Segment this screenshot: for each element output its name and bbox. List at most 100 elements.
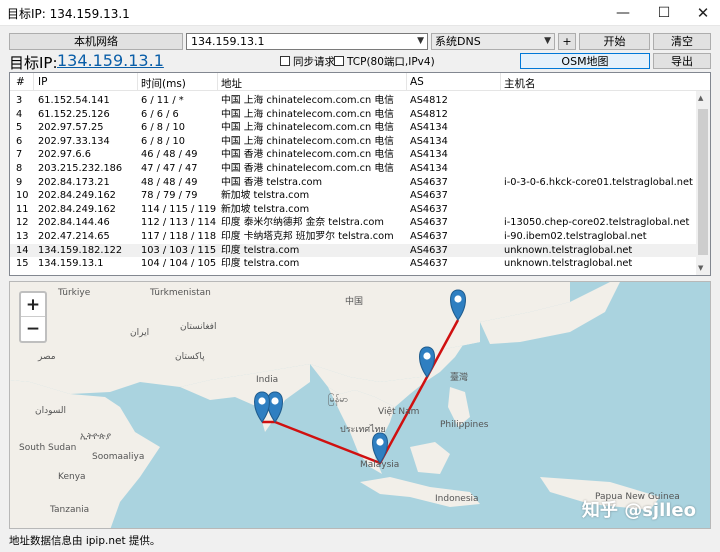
cell-ip: 202.97.33.134 — [38, 135, 110, 147]
column-header-address[interactable]: 地址 — [221, 76, 242, 91]
minimize-button[interactable]: — — [606, 0, 640, 26]
cell-ip: 202.84.249.162 — [38, 203, 116, 215]
cell-index: 8 — [16, 163, 23, 174]
table-row[interactable]: 10 202.84.249.162 78 / 79 / 79 新加坡 telstra.… — [10, 189, 696, 203]
clear-button[interactable]: 清空 — [653, 33, 711, 50]
target-ip-input[interactable]: 134.159.13.1 ▼ — [186, 33, 428, 50]
cell-time: 117 / 118 / 118 — [141, 231, 217, 242]
cell-time: 103 / 103 / 115 — [141, 244, 217, 256]
cell-hostname: i-0-3-0-6.hkck-core01.telstraglobal.net — [504, 176, 693, 188]
table-row[interactable]: 7 202.97.6.6 46 / 48 / 49 中国 香港 chinateleco… — [10, 148, 696, 162]
column-divider[interactable] — [137, 73, 138, 91]
table-row[interactable]: 5 202.97.57.25 6 / 8 / 10 中国 上海 chinateleco… — [10, 121, 696, 135]
maximize-button[interactable]: ☐ — [647, 0, 681, 26]
zoom-out-button[interactable]: − — [21, 317, 45, 341]
zoom-control: + − — [19, 291, 47, 343]
chevron-down-icon[interactable]: ▼ — [417, 34, 424, 49]
checkbox-box[interactable] — [334, 56, 344, 66]
table-scrollbar[interactable]: ▲ ▼ — [696, 91, 710, 275]
table-row[interactable]: 11 202.84.249.162 114 / 115 / 119 新加坡 telst… — [10, 203, 696, 217]
column-header-ip[interactable]: IP — [38, 76, 47, 88]
scrollbar-thumb[interactable] — [698, 109, 708, 255]
cell-as: AS4134 — [410, 122, 448, 134]
checkbox-box[interactable] — [280, 56, 290, 66]
cell-as: AS4637 — [410, 258, 448, 270]
column-divider[interactable] — [406, 73, 407, 91]
start-button[interactable]: 开始 — [579, 33, 650, 50]
cell-address: 中国 上海 chinatelecom.com.cn 电信 — [221, 95, 394, 106]
tcp-mode-checkbox[interactable]: TCP(80端口,IPv4) — [334, 54, 435, 69]
sync-request-checkbox[interactable]: 同步请求 — [280, 54, 335, 69]
target-ip-link[interactable]: 134.159.13.1 — [57, 51, 164, 70]
column-divider[interactable] — [33, 73, 34, 91]
column-divider[interactable] — [217, 73, 218, 91]
cell-address: 中国 香港 telstra.com — [221, 176, 323, 188]
cell-ip: 202.84.144.46 — [38, 217, 110, 229]
cell-time: 112 / 113 / 114 — [141, 217, 217, 229]
title-bar[interactable]: 目标IP: 134.159.13.1 — ☐ ✕ — [0, 0, 720, 26]
sync-request-label: 同步请求 — [293, 56, 335, 68]
column-header-as[interactable]: AS — [410, 76, 424, 88]
table-row[interactable]: 8 203.215.232.186 47 / 47 / 47 中国 香港 chinat… — [10, 162, 696, 176]
cell-address: 中国 上海 chinatelecom.com.cn 电信 — [221, 135, 394, 147]
window-title: 目标IP: 134.159.13.1 — [7, 7, 130, 21]
table-row[interactable]: 15 134.159.13.1 104 / 104 / 105 印度 telstra.… — [10, 257, 696, 271]
cell-time: 114 / 115 / 119 — [141, 203, 217, 215]
map-label: India — [256, 375, 279, 385]
cell-as: AS4812 — [410, 95, 448, 106]
table-row[interactable]: 9 202.84.173.21 48 / 48 / 49 中国 香港 telstra.… — [10, 176, 696, 190]
cell-as: AS4637 — [410, 231, 448, 242]
cell-ip: 202.97.6.6 — [38, 149, 91, 161]
cell-address: 印度 泰米尔纳德邦 金奈 telstra.com — [221, 217, 384, 229]
map-label: پاکستان — [175, 352, 205, 362]
column-header-hostname[interactable]: 主机名 — [504, 76, 536, 91]
cell-index: 12 — [16, 217, 29, 229]
table-header: # IP 时间(ms) 地址 AS 主机名 — [10, 73, 710, 91]
cell-ip: 202.97.57.25 — [38, 122, 104, 134]
cell-index: 6 — [16, 135, 23, 147]
cell-as: AS4637 — [410, 203, 448, 215]
watermark: 知乎 @sjlleo — [581, 500, 696, 521]
cell-time: 48 / 48 / 49 — [141, 176, 198, 188]
dns-select[interactable]: 系统DNS ▼ — [431, 33, 555, 50]
map-label: Tanzania — [50, 505, 90, 515]
table-row[interactable]: 3 61.152.54.141 6 / 11 / * 中国 上海 chinatelec… — [10, 94, 696, 108]
table-row[interactable]: 12 202.84.144.46 112 / 113 / 114 印度 泰米尔纳德邦 … — [10, 216, 696, 230]
cell-as: AS4637 — [410, 244, 448, 256]
osm-map-button[interactable]: OSM地图 — [520, 53, 650, 69]
close-button[interactable]: ✕ — [686, 0, 720, 26]
add-button[interactable]: + — [558, 33, 576, 50]
export-button[interactable]: 导出 — [653, 53, 711, 69]
cell-as: AS4134 — [410, 135, 448, 147]
cell-address: 中国 上海 chinatelecom.com.cn 电信 — [221, 122, 394, 134]
chevron-down-icon[interactable]: ▼ — [544, 34, 551, 49]
map-label: Türkmenistan — [150, 288, 211, 298]
trace-table[interactable]: # IP 时间(ms) 地址 AS 主机名 3 61.152.54.141 6 / … — [9, 72, 711, 276]
zoom-in-button[interactable]: + — [21, 293, 45, 317]
table-row[interactable]: 6 202.97.33.134 6 / 8 / 10 中国 上海 chinatelec… — [10, 135, 696, 149]
local-network-button[interactable]: 本机网络 — [9, 33, 183, 50]
scroll-up-icon[interactable]: ▲ — [698, 94, 703, 102]
map-label: South Sudan — [19, 443, 77, 453]
column-header-index[interactable]: # — [16, 76, 25, 88]
cell-ip: 202.84.249.162 — [38, 190, 116, 202]
map-label: افغانستان — [180, 322, 217, 332]
cell-address: 中国 香港 chinatelecom.com.cn 电信 — [221, 149, 394, 161]
map-label: 中国 — [345, 297, 364, 307]
cell-address: 印度 卡纳塔克邦 班加罗尔 telstra.com — [221, 231, 394, 242]
cell-address: 中国 上海 chinatelecom.com.cn 电信 — [221, 108, 394, 120]
cell-time: 104 / 104 / 105 — [141, 258, 217, 270]
scroll-down-icon[interactable]: ▼ — [698, 264, 703, 272]
column-header-time[interactable]: 时间(ms) — [141, 76, 186, 91]
map-label: Kenya — [58, 472, 86, 482]
cell-index: 7 — [16, 149, 23, 161]
map-label: Philippines — [440, 420, 489, 430]
table-row[interactable]: 4 61.152.25.126 6 / 6 / 6 中国 上海 chinateleco… — [10, 108, 696, 122]
map-label: ประเทศไทย — [340, 425, 386, 435]
osm-map[interactable]: + − Türkiye Türkmenistan 中国 افغانستان ای… — [9, 281, 711, 529]
table-row[interactable]: 13 202.47.214.65 117 / 118 / 118 印度 卡纳塔克邦 班… — [10, 230, 696, 244]
cell-ip: 61.152.54.141 — [38, 95, 110, 106]
column-divider[interactable] — [500, 73, 501, 91]
cell-time: 46 / 48 / 49 — [141, 149, 198, 161]
table-row[interactable]: 14 134.159.182.122 103 / 103 / 115 印度 telst… — [10, 243, 696, 258]
